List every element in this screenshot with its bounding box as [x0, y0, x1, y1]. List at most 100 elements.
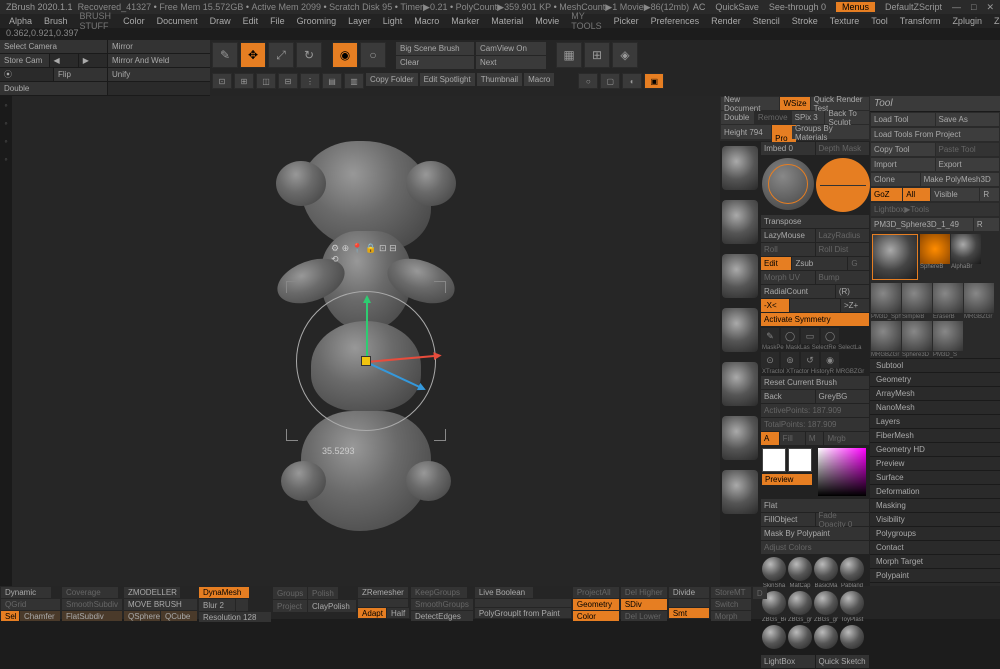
- spix-slider[interactable]: SPix 3: [792, 111, 825, 124]
- color-swatch-1[interactable]: [762, 448, 786, 472]
- prev-cam-button[interactable]: ◀: [50, 54, 79, 67]
- transpose-button[interactable]: Transpose: [761, 215, 869, 228]
- move-brush-button[interactable]: MOVE BRUSH: [124, 599, 197, 610]
- tool-grid-7[interactable]: [933, 321, 963, 351]
- lazymouse-button[interactable]: LazyMouse: [761, 229, 815, 242]
- goz-visible-button[interactable]: Visible: [931, 188, 979, 201]
- tool-sm-8[interactable]: ○: [578, 73, 598, 89]
- qgrid-button[interactable]: QGrid: [1, 599, 60, 610]
- tool-grid-2[interactable]: [902, 283, 932, 313]
- smoothgroups-button[interactable]: SmoothGroups: [411, 599, 473, 610]
- dynamesh-button[interactable]: DynaMesh: [199, 587, 249, 598]
- material-6[interactable]: [788, 591, 812, 615]
- bump-button[interactable]: Bump: [816, 271, 870, 284]
- rotate-mode-button[interactable]: ↻: [296, 42, 322, 68]
- goz-all-button[interactable]: All: [903, 188, 930, 201]
- detectedges-button[interactable]: DetectEdges: [411, 611, 473, 621]
- material-matcap[interactable]: [788, 557, 812, 581]
- section-visibility[interactable]: Visibility: [870, 512, 1000, 526]
- mrgb-button[interactable]: Mrgb: [824, 432, 869, 445]
- section-deformation[interactable]: Deformation: [870, 484, 1000, 498]
- dynamic-button[interactable]: Dynamic: [1, 587, 51, 598]
- subtool-thumb-7[interactable]: [722, 470, 758, 514]
- maximize-icon[interactable]: □: [971, 2, 976, 12]
- qsphere-button[interactable]: QSphere: [124, 611, 160, 621]
- menu-draw[interactable]: Draw: [205, 16, 236, 26]
- fillobject-button[interactable]: FillObject: [761, 513, 815, 526]
- side-icon-2[interactable]: ◦: [4, 118, 7, 128]
- rolldist-slider[interactable]: Roll Dist: [816, 243, 870, 256]
- subtool-thumb-1[interactable]: [722, 146, 758, 190]
- preview-button[interactable]: Preview: [762, 474, 812, 485]
- menu-preferences[interactable]: Preferences: [646, 16, 705, 26]
- menu-alpha[interactable]: Alpha: [4, 16, 37, 26]
- back-button[interactable]: Back: [761, 390, 815, 403]
- selectlasso-icon[interactable]: ◯: [821, 328, 839, 344]
- mirror-weld-button[interactable]: Mirror And Weld: [108, 54, 210, 68]
- menu-stencil[interactable]: Stencil: [748, 16, 785, 26]
- material-basic[interactable]: [814, 557, 838, 581]
- fill-button[interactable]: Fill: [780, 432, 805, 445]
- zsub-button[interactable]: Zsub: [792, 257, 847, 270]
- subtool-thumb-3[interactable]: [722, 254, 758, 298]
- clone-button[interactable]: Clone: [871, 173, 920, 186]
- mirror-button[interactable]: Mirror: [108, 40, 210, 54]
- quicksave-button[interactable]: QuickSave: [715, 2, 759, 12]
- color-swatch-2[interactable]: [788, 448, 812, 472]
- lightbox-button[interactable]: LightBox: [761, 655, 815, 668]
- pos-z-button[interactable]: >Z+: [841, 299, 869, 312]
- smt-button[interactable]: Smt: [669, 608, 709, 618]
- select-camera-button[interactable]: Select Camera: [0, 40, 108, 53]
- a-button[interactable]: A: [761, 432, 779, 445]
- load-from-project-button[interactable]: Load Tools From Project: [871, 128, 999, 141]
- sel-button[interactable]: Sel: [1, 611, 19, 621]
- tool-sm-6[interactable]: ▤: [322, 73, 342, 89]
- reset-brush-button[interactable]: Reset Current Brush: [761, 376, 869, 389]
- menu-render[interactable]: Render: [706, 16, 746, 26]
- section-masking[interactable]: Masking: [870, 498, 1000, 512]
- neg-x-button[interactable]: -X<: [761, 299, 789, 312]
- tool-grid-3[interactable]: [933, 283, 963, 313]
- tool-grid-5[interactable]: [871, 321, 901, 351]
- double-button[interactable]: Double: [721, 111, 754, 124]
- material-pabland[interactable]: [840, 557, 864, 581]
- menu-transform[interactable]: Transform: [895, 16, 946, 26]
- switch-button[interactable]: Switch: [711, 599, 751, 610]
- imbed-slider[interactable]: Imbed 0: [761, 142, 815, 155]
- depth-circle[interactable]: [816, 158, 870, 212]
- section-arraymesh[interactable]: ArrayMesh: [870, 386, 1000, 400]
- lazyradius-slider[interactable]: LazyRadius: [816, 229, 870, 242]
- coverage-slider[interactable]: Coverage: [62, 587, 118, 598]
- close-icon[interactable]: ✕: [986, 2, 994, 13]
- adapt-button[interactable]: Adapt: [358, 608, 386, 618]
- edit-spotlight-button[interactable]: Edit Spotlight: [420, 73, 475, 86]
- section-uvmap[interactable]: UV Map: [870, 582, 1000, 586]
- tool-sm-2[interactable]: ⊞: [234, 73, 254, 89]
- side-icon-3[interactable]: ◦: [4, 136, 7, 146]
- section-geometry[interactable]: Geometry: [870, 372, 1000, 386]
- tool-sm-5[interactable]: ⋮: [300, 73, 320, 89]
- menu-mytools[interactable]: MY TOOLS: [566, 11, 606, 31]
- viewport-3d[interactable]: ⚙ ⊕ 📍 🔒 ⊡ ⊟ ⟲ 35.5293: [12, 96, 720, 586]
- side-icon-4[interactable]: ◦: [4, 154, 7, 164]
- greybg-button[interactable]: GreyBG: [816, 390, 870, 403]
- maskpen-icon[interactable]: ✎: [761, 328, 779, 344]
- tool-grid-4[interactable]: [964, 283, 994, 313]
- adjust-colors-button[interactable]: Adjust Colors: [761, 541, 869, 554]
- section-contact[interactable]: Contact: [870, 540, 1000, 554]
- menu-grooming[interactable]: Grooming: [292, 16, 342, 26]
- current-tool-label[interactable]: PM3D_Sphere3D_1_49: [871, 218, 973, 231]
- menu-document[interactable]: Document: [152, 16, 203, 26]
- subtool-thumb-5[interactable]: [722, 362, 758, 406]
- tool-sm-7[interactable]: ▥: [344, 73, 364, 89]
- dynamic-button[interactable]: ◈: [612, 42, 638, 68]
- load-tool-button[interactable]: Load Tool: [871, 113, 935, 126]
- history-icon[interactable]: ↺: [801, 352, 819, 368]
- lightbox-tools-button[interactable]: Lightbox▶Tools: [871, 203, 999, 216]
- flatsubdiv-button[interactable]: FlatSubdiv: [62, 611, 122, 621]
- menu-tool[interactable]: Tool: [866, 16, 893, 26]
- blur-slider[interactable]: Blur 2: [199, 599, 235, 611]
- back-sculpt-button[interactable]: Back To Sculpt: [825, 111, 869, 124]
- tool-r-button[interactable]: R: [974, 218, 999, 231]
- brush-icon-button[interactable]: ○: [360, 42, 386, 68]
